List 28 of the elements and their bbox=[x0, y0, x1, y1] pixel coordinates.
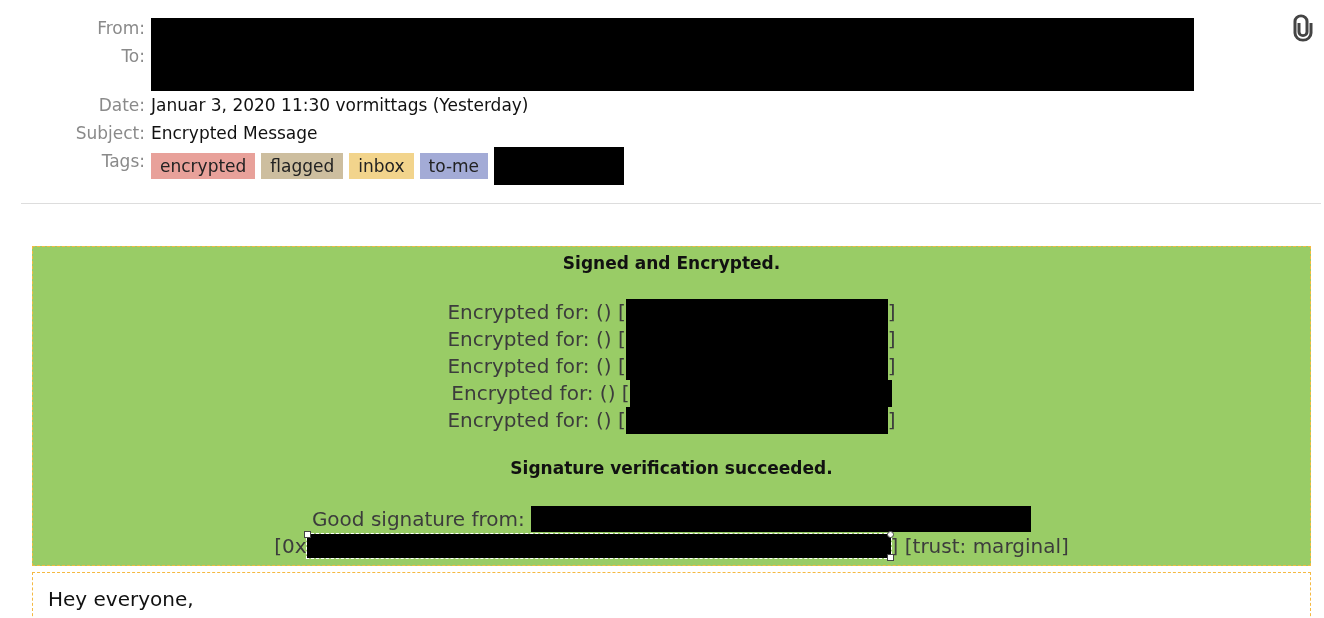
key-prefix: [0x bbox=[274, 532, 307, 559]
bracket-text: ] bbox=[887, 353, 896, 380]
field-label: To: bbox=[121, 45, 145, 68]
signer-label: Good signature from: bbox=[311, 506, 526, 533]
date-value: Januar 3, 2020 11:30 vormittags (Yesterday) bbox=[151, 94, 529, 117]
bracket-text: ] bbox=[887, 326, 896, 353]
body-text: Hey everyone, bbox=[48, 587, 194, 611]
attachment-icon[interactable] bbox=[1292, 14, 1314, 42]
tag[interactable]: inbox bbox=[349, 153, 414, 179]
recipient-text: Encrypted for: () [ bbox=[447, 353, 626, 380]
redaction-bar[interactable] bbox=[306, 533, 891, 558]
tag[interactable]: encrypted bbox=[151, 153, 256, 179]
recipient-text: Encrypted for: () [ bbox=[447, 407, 626, 434]
field-label: Tags: bbox=[101, 150, 145, 173]
field-label: From: bbox=[97, 17, 145, 40]
subject-value: Encrypted Message bbox=[151, 122, 318, 145]
bracket-text: ] bbox=[887, 299, 896, 326]
field-label: Date: bbox=[98, 94, 145, 117]
recipient-text: Encrypted for: () [ bbox=[451, 380, 630, 407]
recipient-text: Encrypted for: () [ bbox=[447, 299, 626, 326]
bracket-text: ] bbox=[887, 407, 896, 434]
tag[interactable]: to-me bbox=[419, 153, 489, 179]
trust-text: ] [trust: marginal] bbox=[890, 532, 1069, 559]
status-title: Signed and Encrypted. bbox=[561, 253, 782, 273]
recipient-text: Encrypted for: () [ bbox=[447, 326, 626, 353]
tag[interactable]: flagged bbox=[261, 153, 344, 179]
field-label: Subject: bbox=[75, 122, 145, 145]
status-title: Signature verification succeeded. bbox=[509, 458, 834, 478]
